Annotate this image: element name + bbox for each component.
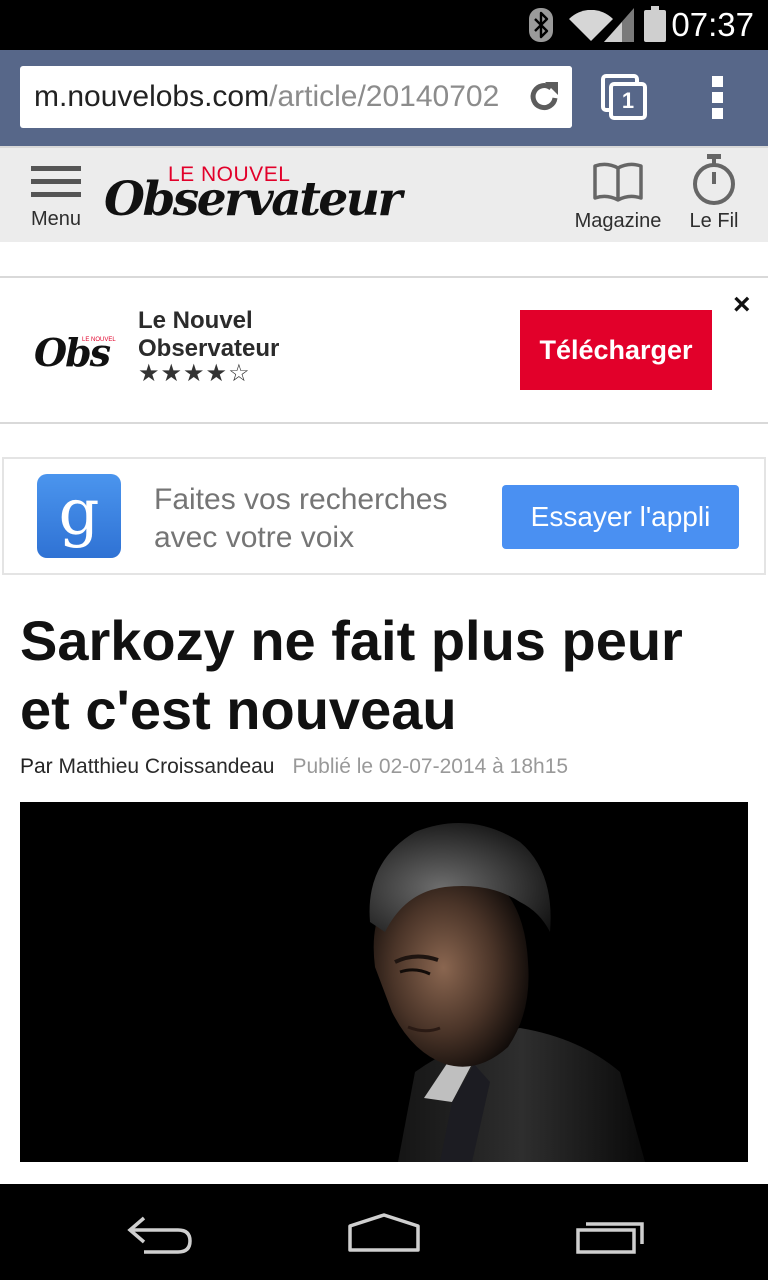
menu-label: Menu xyxy=(30,208,82,230)
portrait-photo xyxy=(20,802,748,1162)
bluetooth-icon xyxy=(529,8,553,42)
download-button[interactable]: Télécharger xyxy=(520,310,712,390)
article-photo xyxy=(20,802,748,1162)
stopwatch-icon xyxy=(693,154,735,205)
app-logo: LE NOUVEL Obs xyxy=(34,330,124,378)
divider xyxy=(0,422,768,424)
app-name: Le Nouvel Observateur xyxy=(138,307,280,362)
tab-count: 1 xyxy=(621,88,635,113)
url-path: /article/20140702 xyxy=(269,80,500,113)
book-icon xyxy=(593,162,643,202)
app-rating: ★★★★☆ xyxy=(138,360,251,387)
home-icon[interactable] xyxy=(346,1212,422,1254)
author-link[interactable]: Matthieu Croissandeau xyxy=(59,755,275,778)
byline-prefix: Par xyxy=(20,755,53,778)
le-fil-label: Le Fil xyxy=(689,210,739,232)
try-app-button[interactable]: Essayer l'appli xyxy=(502,485,739,549)
overflow-menu-icon[interactable] xyxy=(711,76,725,120)
article-title: Sarkozy ne fait plus peur et c'est nouve… xyxy=(20,609,683,741)
magazine-label: Magazine xyxy=(574,210,662,232)
tabs-button[interactable]: 1 xyxy=(601,74,649,122)
menu-button[interactable]: Menu xyxy=(20,160,92,238)
url-host: m.nouvelobs.com xyxy=(34,80,270,113)
logo-main-text: Observateur xyxy=(104,172,402,227)
url-text[interactable]: m.nouvelobs.com/article/20140702 xyxy=(34,78,499,116)
google-icon-letter: g xyxy=(58,476,100,550)
battery-icon xyxy=(644,6,666,42)
site-logo[interactable]: LE NOUVEL Observateur xyxy=(104,164,404,230)
byline: Par Matthieu Croissandeau Publié le 02-07… xyxy=(20,753,568,781)
recents-icon[interactable] xyxy=(574,1218,646,1256)
app-logo-text: Obs xyxy=(34,330,111,375)
google-search-icon: g xyxy=(37,474,121,558)
back-icon[interactable] xyxy=(124,1214,196,1256)
close-icon[interactable]: × xyxy=(733,290,751,320)
hamburger-icon xyxy=(31,166,81,197)
signal-icon xyxy=(604,8,634,42)
status-time: 07:37 xyxy=(671,6,754,43)
le-fil-button[interactable]: Le Fil xyxy=(682,152,746,238)
ad-text: Faites vos recherches avec votre voix xyxy=(154,483,448,554)
magazine-button[interactable]: Magazine xyxy=(566,158,670,238)
publish-date: Publié le 02-07-2014 à 18h15 xyxy=(292,755,569,778)
address-bar[interactable]: m.nouvelobs.com/article/20140702 xyxy=(20,66,572,128)
reload-icon[interactable] xyxy=(526,79,562,115)
